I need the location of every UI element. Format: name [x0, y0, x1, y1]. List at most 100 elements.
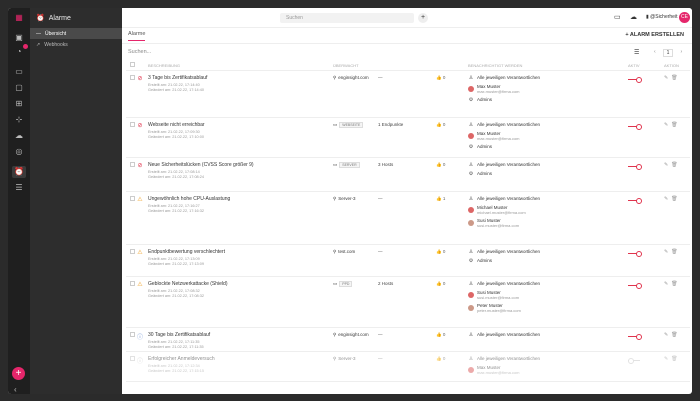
table-row[interactable]: ⊘ Neue Sicherheitslücken (CVSS Score grö… [126, 157, 690, 192]
row-checkbox[interactable] [130, 121, 135, 127]
person-entry: Peter Muster peter.muster@firma.com [468, 303, 628, 313]
page-number[interactable]: 1 [662, 49, 674, 57]
modified-date: Geändert am: 21.02.22, 17:08:32 [148, 293, 204, 298]
row-checkbox[interactable] [130, 248, 135, 254]
active-toggle[interactable] [628, 250, 642, 257]
user-icon: ♙ [468, 280, 474, 287]
chat-icon[interactable]: ▭ [614, 13, 621, 21]
alert-count: 👍 1 [436, 196, 445, 201]
active-toggle[interactable] [628, 333, 642, 340]
nav-item-overview[interactable]: — Übersicht [30, 28, 122, 39]
trigger-count: — [378, 331, 383, 337]
col-active: Aktiv [628, 61, 664, 71]
active-toggle[interactable] [628, 163, 642, 170]
alert-count-value: 0 [442, 121, 446, 127]
table-row[interactable]: ⚠ Geblockte Netzwerkattacke (Shield) Erst… [126, 276, 690, 328]
collapse-icon[interactable]: ‹ [14, 385, 17, 394]
group-entry: ⚙ Admins [468, 171, 628, 177]
person-avatar [468, 219, 474, 226]
alarm-title[interactable]: 3 Tage bis Zertifikatsablauf [148, 75, 333, 81]
user-icon: ♙ [468, 161, 474, 168]
gauge-icon[interactable]: ◔ [12, 44, 28, 58]
select-all-checkbox[interactable] [130, 62, 135, 68]
table-row[interactable]: ⊘ 3 Tage bis Zertifikatsablauf Erstellt a… [126, 70, 690, 118]
create-alarm-button[interactable]: + ALARM ERSTELLEN [625, 32, 684, 38]
nodes-icon[interactable]: ⊹ [12, 114, 26, 126]
delete-icon[interactable]: 🗑 [671, 75, 680, 81]
source-label: Server-3 [338, 356, 356, 361]
row-actions: ✎🗑 [664, 249, 681, 255]
alarm-title[interactable]: Webseite nicht erreichbar [148, 122, 333, 128]
row-checkbox[interactable] [130, 280, 135, 286]
col-source[interactable]: Überwacht [333, 61, 378, 71]
modified-date: Geändert am: 21.02.22, 17:08:24 [148, 174, 204, 179]
company-switcher[interactable]: ▮ @Sicherheit [646, 14, 677, 20]
group-name: Admins [477, 97, 493, 102]
delete-icon[interactable]: 🗑 [671, 162, 680, 168]
row-checkbox[interactable] [130, 74, 135, 80]
alert-count-value: 0 [442, 355, 446, 361]
tab-alarme[interactable]: Alarme [128, 31, 146, 41]
filter-icon[interactable]: ☰ [634, 49, 639, 56]
notify-all: ♙ Alle jeweiligen Verantwortlichen [468, 122, 628, 128]
delete-icon[interactable]: 🗑 [671, 249, 680, 255]
network-icon[interactable]: ⊞ [12, 98, 26, 110]
delete-icon[interactable]: 🗑 [671, 122, 680, 128]
prev-page-icon[interactable]: ‹ [654, 49, 656, 57]
alarm-title[interactable]: Neue Sicherheitslücken (CVSS Score größe… [148, 162, 333, 168]
source-label: test.com [338, 249, 356, 254]
active-toggle[interactable] [628, 197, 642, 204]
row-checkbox[interactable] [130, 161, 135, 167]
row-checkbox[interactable] [130, 195, 135, 201]
delete-icon[interactable]: 🗑 [671, 281, 680, 287]
group-icon: ⚙ [468, 96, 474, 103]
main-content: Alarme + ALARM ERSTELLEN Suchen... ☰ ‹ 1… [122, 28, 692, 394]
next-page-icon[interactable]: › [680, 49, 682, 57]
global-search-input[interactable]: Suchen [280, 13, 414, 23]
alarm-icon[interactable]: ⏰ [12, 166, 26, 178]
thumb-icon: 👍 [436, 248, 442, 254]
table-row[interactable]: ⚠ Ungewöhnlich hohe CPU-Auslastung Erstel… [126, 191, 690, 245]
alert-count: 👍 0 [436, 249, 445, 254]
active-toggle[interactable] [628, 123, 642, 130]
status-icon: ⚠ [137, 196, 143, 203]
monitor-icon[interactable]: ▢ [12, 82, 26, 94]
settings-sliders-icon[interactable]: ☰ [12, 182, 26, 194]
alarm-title[interactable]: 30 Tage bis Zertifikatsablauf [148, 332, 333, 338]
active-toggle[interactable] [628, 282, 642, 289]
delete-icon[interactable]: 🗑 [671, 196, 680, 202]
delete-icon[interactable]: 🗑 [671, 332, 680, 338]
col-description[interactable]: Beschreibung [148, 61, 333, 71]
alarm-title[interactable]: Erfolgreicher Anmeldeversuch [148, 356, 333, 362]
notify-all-label: Alle jeweiligen Verantwortlichen [477, 122, 541, 127]
arrow-icon: ↗ [36, 41, 41, 48]
dashboard-icon[interactable]: ▣ [12, 32, 26, 44]
cloud-icon[interactable]: ☁ [12, 130, 26, 142]
fingerprint-icon[interactable]: ◎ [12, 146, 26, 158]
table-row[interactable]: ⊘ Webseite nicht erreichbar Erstellt am: … [126, 117, 690, 158]
nav-item-webhooks[interactable]: ↗ Webhooks [30, 39, 122, 50]
avatar[interactable]: CE [679, 12, 690, 23]
alarm-title[interactable]: Geblockte Netzwerkattacke (Shield) [148, 281, 333, 287]
notify-all-label: Alle jeweiligen Verantwortlichen [477, 281, 541, 286]
table-row[interactable]: ⓘ Erfolgreicher Anmeldeversuch Erstellt a… [126, 351, 690, 382]
table-row[interactable]: ⚠ Endpunktbewertung verschlechtert Erstel… [126, 244, 690, 277]
row-checkbox[interactable] [130, 331, 135, 337]
active-toggle[interactable] [628, 76, 642, 83]
table-row[interactable]: ⓘ 30 Tage bis Zertifikatsablauf Erstellt … [126, 327, 690, 352]
alarm-title[interactable]: Endpunktbewertung verschlechtert [148, 249, 333, 255]
logo-icon[interactable]: ▦ [12, 12, 26, 24]
cloud-user-icon[interactable]: ☁ [630, 13, 637, 21]
alarm-title[interactable]: Ungewöhnlich hohe CPU-Auslastung [148, 196, 333, 202]
add-button[interactable]: + [12, 367, 25, 380]
search-input[interactable]: Suchen... [128, 49, 151, 55]
row-checkbox[interactable] [130, 355, 135, 361]
source-icon: ⚲ [333, 331, 337, 337]
truck-icon[interactable]: ▭ [12, 66, 26, 78]
alert-count: 👍 0 [436, 162, 445, 167]
person-email: max.muster@firma.com [477, 88, 520, 94]
quick-add-button[interactable]: + [418, 13, 428, 23]
delete-icon[interactable]: 🗑 [671, 356, 680, 362]
active-toggle[interactable] [628, 357, 642, 364]
user-icon: ♙ [468, 121, 474, 128]
